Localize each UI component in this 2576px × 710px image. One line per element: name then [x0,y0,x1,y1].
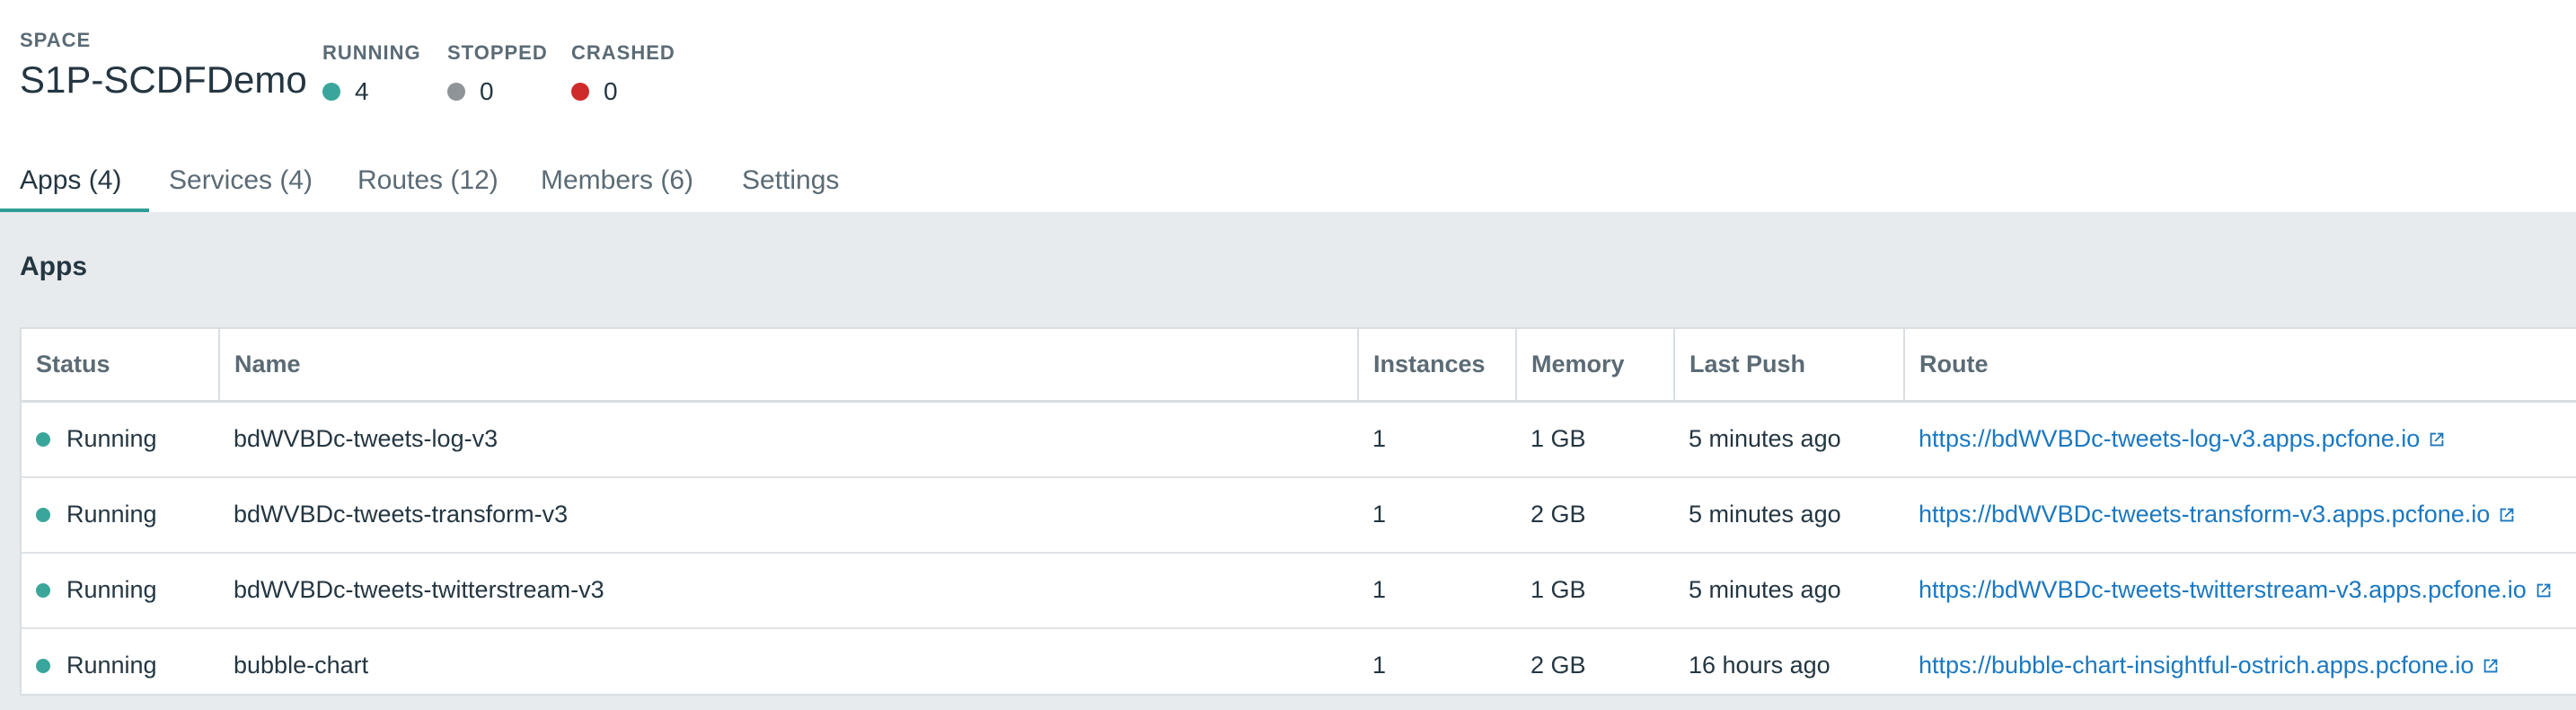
app-route-text: https://bubble-chart-insightful-ostrich.… [1919,652,2475,679]
space-name: S1P-SCDFDemo [20,58,307,101]
running-status-dot-icon [36,507,50,522]
app-memory: 2 GB [1531,652,1586,679]
tab-members-label: Members (6) [541,165,694,195]
app-name[interactable]: bdWVBDc-tweets-transform-v3 [219,476,1358,554]
app-route-text: https://bdWVBDc-tweets-transform-v3.apps… [1919,501,2491,528]
crashed-label: CRASHED [571,41,675,64]
tab-members[interactable]: Members (6) [521,158,722,212]
tab-apps-label: Apps (4) [20,165,122,195]
app-last-push: 5 minutes ago [1674,552,1904,629]
app-route-text: https://bdWVBDc-tweets-log-v3.apps.pcfon… [1919,425,2421,452]
app-route-link[interactable]: https://bubble-chart-insightful-ostrich.… [1919,652,2501,679]
table-row[interactable]: Running bubble-chart 1 2 GB 16 hours ago… [22,628,2576,703]
app-last-push: 5 minutes ago [1674,401,1904,478]
external-link-icon [2430,432,2444,447]
space-tabs: Apps (4) Services (4) Routes (12) Member… [0,158,859,212]
space-label: SPACE [20,29,92,51]
tab-routes-label: Routes (12) [357,165,498,195]
stopped-stat: STOPPED 0 [447,41,548,106]
app-instances: 1 [1372,652,1387,679]
running-stat: RUNNING 4 [322,41,421,106]
app-memory: 1 GB [1516,552,1674,629]
running-count: 4 [355,77,369,105]
running-status-dot-icon [36,582,50,598]
apps-table: Status Name Instances Memory Last Push R… [22,329,2576,703]
stopped-status-dot-icon [447,83,465,101]
external-link-icon [2536,583,2551,598]
app-name[interactable]: bubble-chart [219,628,1358,703]
space-header: SPACE S1P-SCDFDemo RUNNING 4 STOPPED 0 C… [0,0,2576,212]
crashed-status-dot-icon [571,83,589,101]
app-route-text: https://bdWVBDc-tweets-twitterstream-v3.… [1919,576,2527,603]
app-memory: 2 GB [1516,476,1674,554]
tab-routes[interactable]: Routes (12) [338,158,521,212]
tab-settings[interactable]: Settings [722,158,859,212]
tab-services[interactable]: Services (4) [149,158,338,212]
column-header-instances[interactable]: Instances [1358,329,1517,403]
tab-services-label: Services (4) [169,165,313,195]
stopped-count: 0 [480,77,494,105]
app-last-push: 5 minutes ago [1674,476,1904,554]
table-row[interactable]: Running bdWVBDc-tweets-twitterstream-v3 … [22,552,2576,629]
app-route-link[interactable]: https://bdWVBDc-tweets-twitterstream-v3.… [1919,576,2554,603]
table-header-row: Status Name Instances Memory Last Push R… [22,329,2576,403]
column-header-status[interactable]: Status [22,329,220,403]
column-header-name[interactable]: Name [219,329,1359,403]
app-last-push: 16 hours ago [1689,652,1831,679]
crashed-stat: CRASHED 0 [571,41,675,106]
column-header-route[interactable]: Route [1904,329,2576,403]
column-header-memory[interactable]: Memory [1516,329,1675,403]
crashed-count: 0 [604,77,618,105]
app-name[interactable]: bdWVBDc-tweets-twitterstream-v3 [219,552,1358,629]
apps-section: Apps Status Name Instances Memory Last P… [0,212,2576,710]
app-memory: 1 GB [1516,401,1674,478]
tab-settings-label: Settings [742,165,840,195]
table-row[interactable]: Running bdWVBDc-tweets-log-v3 1 1 GB 5 m… [22,401,2576,478]
running-status-dot-icon [36,658,50,673]
app-status: Running [66,576,157,603]
stopped-label: STOPPED [447,41,548,64]
app-status: Running [66,501,157,528]
external-link-icon [2500,508,2514,522]
app-instances: 1 [1358,476,1516,554]
table-row[interactable]: Running bdWVBDc-tweets-transform-v3 1 2 … [22,476,2576,554]
app-instances: 1 [1358,552,1516,629]
section-title: Apps [20,252,87,281]
space-info: SPACE S1P-SCDFDemo [20,29,307,102]
app-route-link[interactable]: https://bdWVBDc-tweets-transform-v3.apps… [1919,501,2517,528]
app-status: Running [66,425,157,452]
running-status-dot-icon [36,431,50,447]
app-status: Running [66,652,157,679]
column-header-last-push[interactable]: Last Push [1674,329,1905,403]
running-label: RUNNING [322,41,421,64]
app-instances: 1 [1358,401,1516,478]
app-route-link[interactable]: https://bdWVBDc-tweets-log-v3.apps.pcfon… [1919,425,2447,452]
apps-table-card: Status Name Instances Memory Last Push R… [20,327,2576,696]
external-link-icon [2484,659,2498,673]
app-name[interactable]: bdWVBDc-tweets-log-v3 [219,401,1358,478]
running-status-dot-icon [322,83,340,101]
tab-apps[interactable]: Apps (4) [0,158,149,212]
